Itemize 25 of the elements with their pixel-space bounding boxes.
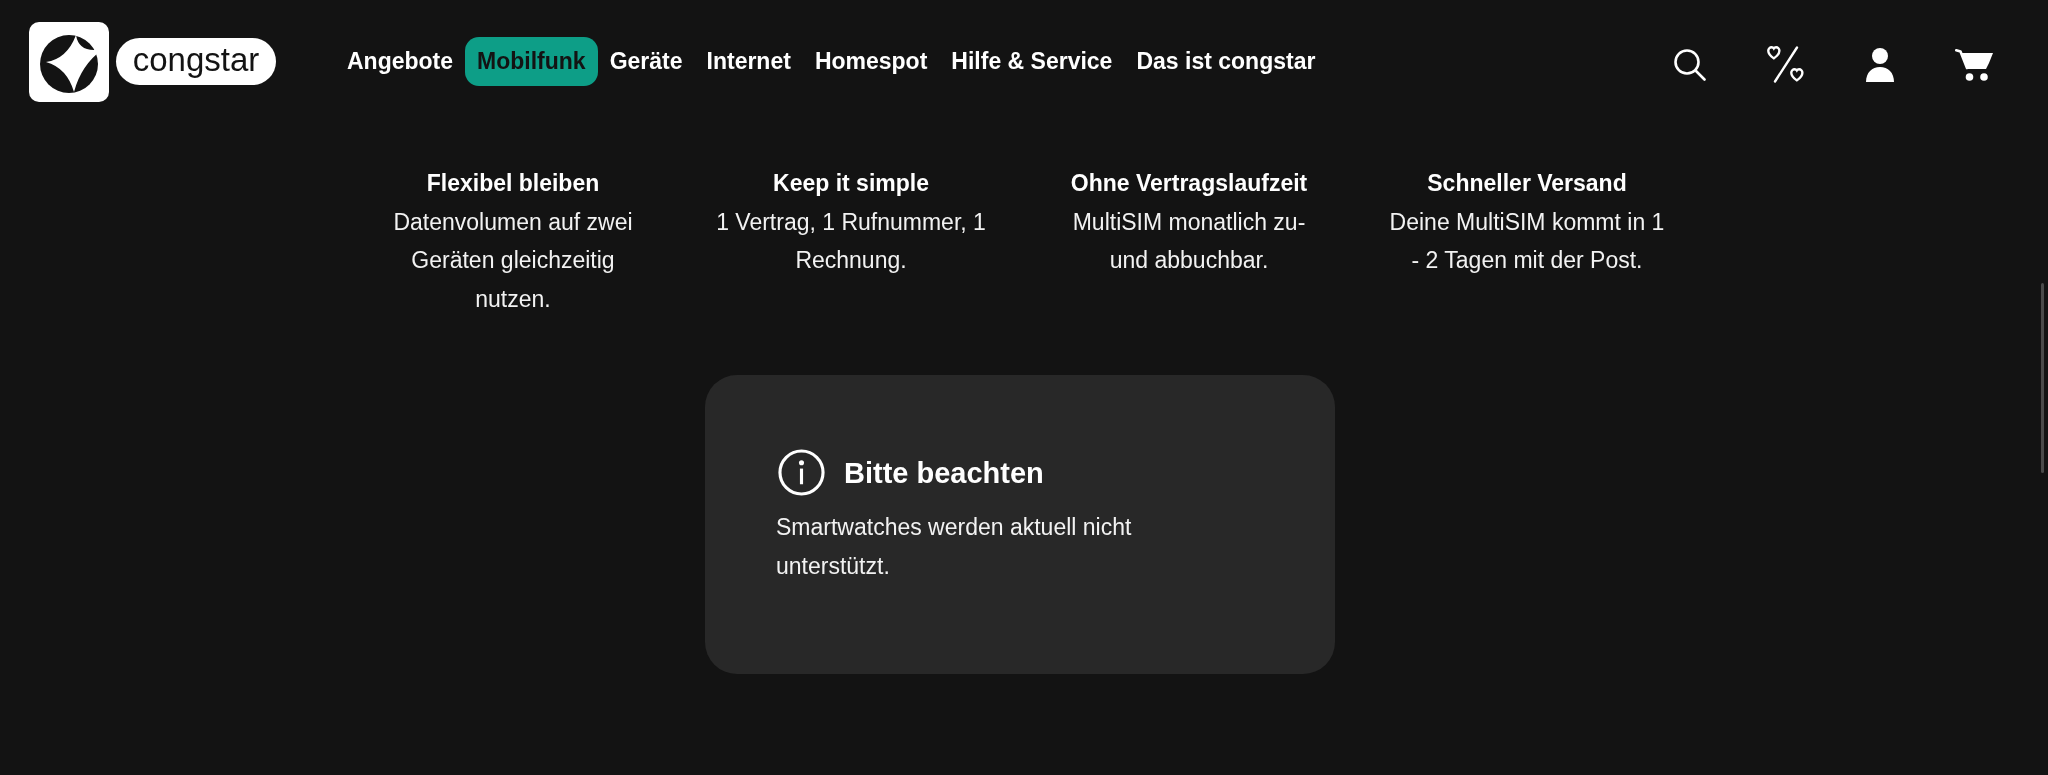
percent-hearts-icon[interactable]	[1767, 46, 1805, 83]
nav-link[interactable]: Hilfe & Service	[939, 37, 1125, 86]
search-icon[interactable]	[1674, 48, 1706, 81]
cart-icon[interactable]	[1955, 48, 1993, 81]
feature-text: MultiSIM monatlich zu- und abbuchbar.	[1071, 207, 1307, 275]
nav-link[interactable]: Internet	[694, 37, 803, 86]
nav-link[interactable]: Homespot	[802, 37, 940, 86]
user-icon[interactable]	[1866, 47, 1894, 82]
info-icon	[778, 449, 825, 496]
nav-link[interactable]: Das ist congstar	[1124, 37, 1328, 86]
feature-title: Flexibel bleiben	[426, 169, 600, 198]
logo-icon[interactable]	[29, 21, 109, 102]
feature-title: Schneller Versand	[1427, 169, 1627, 198]
feature-text: Datenvolumen auf zwei Geräten gleichzeitig nutzen.	[392, 207, 634, 314]
notice-title: Bitte beachten	[844, 455, 1044, 491]
nav-link[interactable]: Mobilfunk	[465, 37, 598, 86]
logo-wordmark[interactable]: congstar	[116, 38, 276, 85]
nav-link[interactable]: Angebote	[335, 37, 466, 86]
nav-link[interactable]: Geräte	[597, 37, 695, 86]
feature-title: Keep it simple	[773, 169, 929, 198]
feature-text: 1 Vertrag, 1 Rufnummer, 1 Rechnung.	[715, 207, 987, 275]
scrollbar-thumb[interactable]	[2041, 283, 2044, 473]
feature-title: Ohne Vertragslaufzeit	[1070, 169, 1308, 198]
feature-text: Deine MultiSIM kommt in 1 - 2 Tagen mit der Post.	[1389, 207, 1665, 275]
notice-text: Smartwatches werden aktuell nicht unterstützt.	[776, 513, 1133, 581]
